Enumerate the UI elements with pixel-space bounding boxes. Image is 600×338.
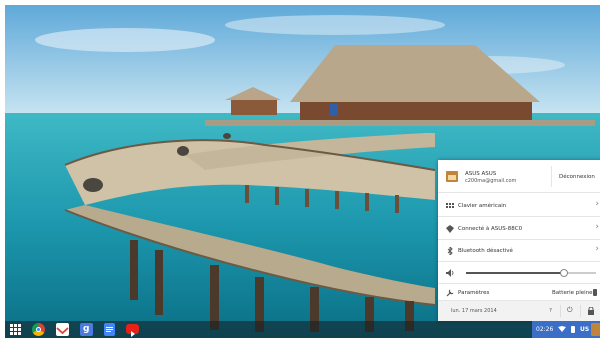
apps-launcher-icon[interactable] — [9, 323, 22, 336]
ime-indicator: US — [580, 326, 590, 333]
tray-item-volume — [438, 262, 600, 284]
tray-item-keyboard[interactable]: Clavier américain › — [438, 193, 600, 217]
tray-item-network[interactable]: Connecté à ASUS-88C0 › — [438, 217, 600, 240]
battery-label: Batterie pleine — [552, 290, 593, 296]
account-row: ASUS ASUS c200ma@gmail.com Déconnexion — [438, 160, 600, 193]
volume-slider-track[interactable] — [466, 269, 596, 277]
avatar — [446, 171, 458, 182]
system-tray-bubble: ASUS ASUS c200ma@gmail.com Déconnexion C… — [438, 160, 600, 321]
wifi-icon — [558, 326, 566, 332]
tray-item-bluetooth[interactable]: Bluetooth désactivé › — [438, 240, 600, 262]
settings-label[interactable]: Paramètres — [458, 290, 489, 296]
volume-slider-thumb[interactable] — [559, 269, 568, 277]
chrome-icon[interactable] — [32, 323, 45, 336]
tray-item-settings[interactable]: Paramètres Batterie pleine — [438, 284, 600, 301]
docs-icon[interactable] — [104, 323, 115, 336]
footer-divider — [560, 305, 561, 317]
bluetooth-label: Bluetooth désactivé — [458, 248, 513, 254]
footer-divider — [580, 305, 581, 317]
google-search-icon[interactable]: g — [80, 323, 93, 336]
signout-divider — [551, 166, 552, 187]
account-email: c200ma@gmail.com — [465, 178, 517, 184]
bluetooth-icon — [447, 247, 453, 255]
shelf: g — [5, 321, 600, 338]
network-label: Connecté à ASUS-88C0 — [458, 226, 523, 232]
tray-footer: lun. 17 mars 2014 ? ⏻ — [438, 301, 600, 321]
speaker-icon[interactable] — [446, 269, 454, 277]
lock-icon[interactable] — [588, 307, 594, 315]
avatar — [591, 323, 600, 336]
battery-icon — [593, 289, 597, 296]
signout-button[interactable]: Déconnexion — [559, 174, 595, 180]
youtube-icon[interactable] — [126, 324, 139, 337]
status-area[interactable]: 02:26 US — [532, 321, 600, 338]
keyboard-icon — [446, 203, 454, 208]
chevron-right-icon: › — [595, 244, 599, 254]
desktop: ASUS ASUS c200ma@gmail.com Déconnexion C… — [5, 5, 600, 338]
keyboard-label: Clavier américain — [458, 203, 507, 209]
battery-icon — [571, 326, 575, 333]
clock: 02:26 — [536, 326, 554, 333]
account-name: ASUS ASUS — [465, 171, 497, 177]
chevron-right-icon: › — [595, 222, 599, 232]
help-button[interactable]: ? — [549, 308, 552, 314]
wifi-icon — [446, 225, 454, 233]
power-icon[interactable]: ⏻ — [567, 306, 573, 315]
date-label[interactable]: lun. 17 mars 2014 — [451, 308, 497, 314]
gmail-icon[interactable] — [56, 323, 69, 336]
volume-slider-fill — [466, 272, 564, 274]
chevron-right-icon: › — [595, 199, 599, 209]
wrench-icon — [446, 289, 454, 297]
